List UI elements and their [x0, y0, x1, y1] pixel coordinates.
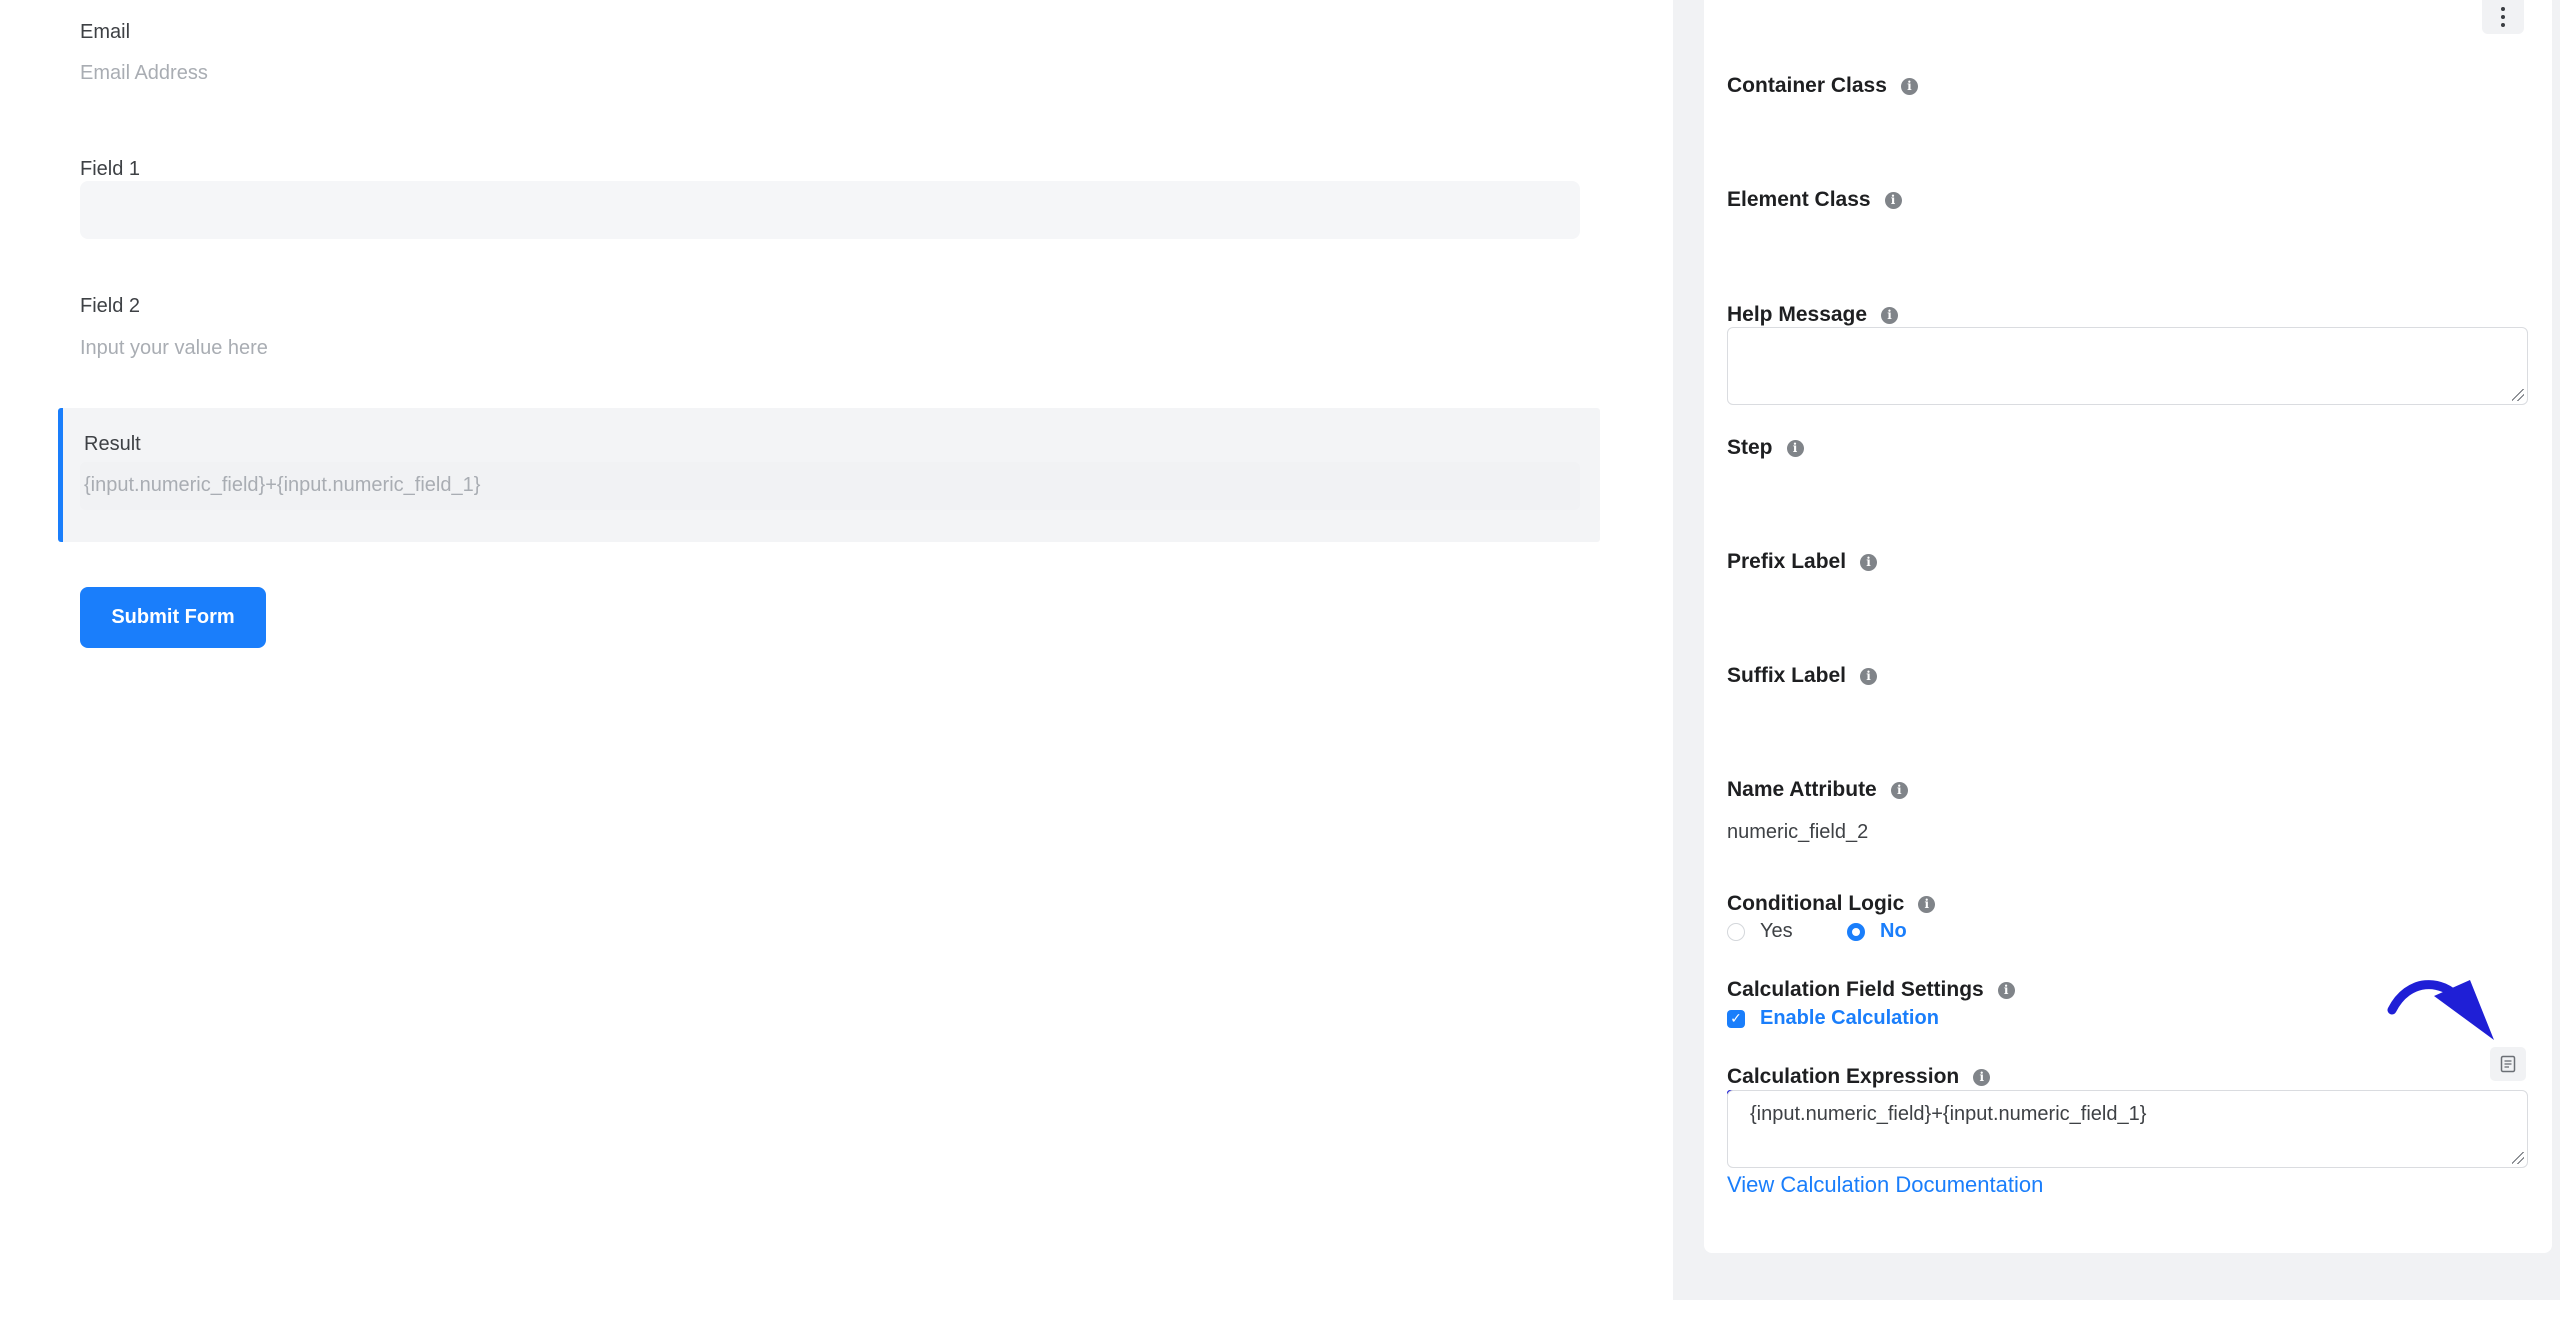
info-icon[interactable]: i: [1881, 306, 1899, 324]
field2-label: Field 2: [80, 295, 141, 317]
enable-calculation-checkbox[interactable]: ✓ Enable Calculation: [1727, 1007, 1939, 1030]
calculation-settings-text: Calculation Field Settings: [1727, 978, 1984, 1001]
suffix-label-text: Suffix Label: [1727, 664, 1847, 687]
field1-input[interactable]: [80, 181, 1580, 239]
radio-yes-label: Yes: [1760, 920, 1793, 942]
expression-editor-button[interactable]: [2490, 1047, 2526, 1081]
calculation-expression-text: Calculation Expression: [1727, 1065, 1960, 1088]
conditional-logic-no[interactable]: No: [1847, 920, 1907, 943]
view-calculation-documentation-link[interactable]: View Calculation Documentation: [1727, 1172, 2043, 1198]
radio-no-label: No: [1880, 920, 1907, 942]
calculation-expression-value: {input.numeric_field}+{input.numeric_fie…: [1750, 1103, 2147, 1125]
name-attribute-input[interactable]: numeric_field_2: [1727, 821, 1868, 844]
conditional-logic-label: Conditional Logic i: [1727, 892, 1936, 916]
radio-yes[interactable]: [1727, 922, 1745, 941]
conditional-logic-yes[interactable]: Yes: [1727, 920, 1793, 943]
document-icon: [2500, 1055, 2516, 1073]
email-input[interactable]: Email Address: [80, 62, 208, 85]
submit-form-button[interactable]: Submit Form: [80, 587, 266, 648]
resize-handle-icon[interactable]: [2512, 1152, 2524, 1164]
container-class-text: Container Class: [1727, 74, 1887, 97]
field1-label: Field 1: [80, 158, 141, 180]
resize-handle-icon[interactable]: [2512, 389, 2524, 401]
info-icon[interactable]: i: [1884, 191, 1902, 209]
help-message-label: Help Message i: [1727, 303, 1899, 327]
help-message-textarea[interactable]: [1727, 327, 2528, 405]
calculation-expression-label: Calculation Expression i: [1727, 1065, 1991, 1089]
info-icon[interactable]: i: [1890, 781, 1908, 799]
checkbox-checked-icon[interactable]: ✓: [1727, 1009, 1745, 1028]
info-icon[interactable]: i: [1997, 981, 2015, 999]
calculation-settings-label: Calculation Field Settings i: [1727, 978, 2015, 1002]
result-placeholder: {input.numeric_field}+{input.numeric_fie…: [84, 474, 481, 496]
more-options-button[interactable]: [2482, 0, 2524, 34]
info-icon[interactable]: i: [1860, 667, 1878, 685]
info-icon[interactable]: i: [1918, 895, 1936, 913]
name-attribute-label: Name Attribute i: [1727, 778, 1908, 802]
vertical-dots-icon: [2501, 7, 2505, 27]
email-label: Email: [80, 21, 131, 43]
info-icon[interactable]: i: [1860, 553, 1878, 571]
field2-input[interactable]: Input your value here: [80, 337, 268, 360]
element-class-text: Element Class: [1727, 188, 1871, 211]
element-class-label: Element Class i: [1727, 188, 1902, 212]
prefix-label-label: Prefix Label i: [1727, 550, 1878, 574]
prefix-label-text: Prefix Label: [1727, 550, 1847, 573]
step-text: Step: [1727, 436, 1773, 459]
step-label: Step i: [1727, 436, 1804, 460]
name-attribute-text: Name Attribute: [1727, 778, 1877, 801]
info-icon[interactable]: i: [1973, 1068, 1991, 1086]
info-icon[interactable]: i: [1786, 439, 1804, 457]
result-label: Result: [84, 433, 141, 455]
conditional-logic-text: Conditional Logic: [1727, 892, 1905, 915]
suffix-label-label: Suffix Label i: [1727, 664, 1878, 688]
curved-arrow-icon: [2387, 980, 2494, 1040]
help-message-text: Help Message: [1727, 303, 1868, 326]
calculation-expression-textarea[interactable]: {input.numeric_field}+{input.numeric_fie…: [1727, 1090, 2528, 1168]
radio-no[interactable]: [1847, 922, 1865, 941]
info-icon[interactable]: i: [1900, 77, 1918, 95]
container-class-label: Container Class i: [1727, 74, 1918, 98]
enable-calculation-label: Enable Calculation: [1760, 1007, 1939, 1029]
